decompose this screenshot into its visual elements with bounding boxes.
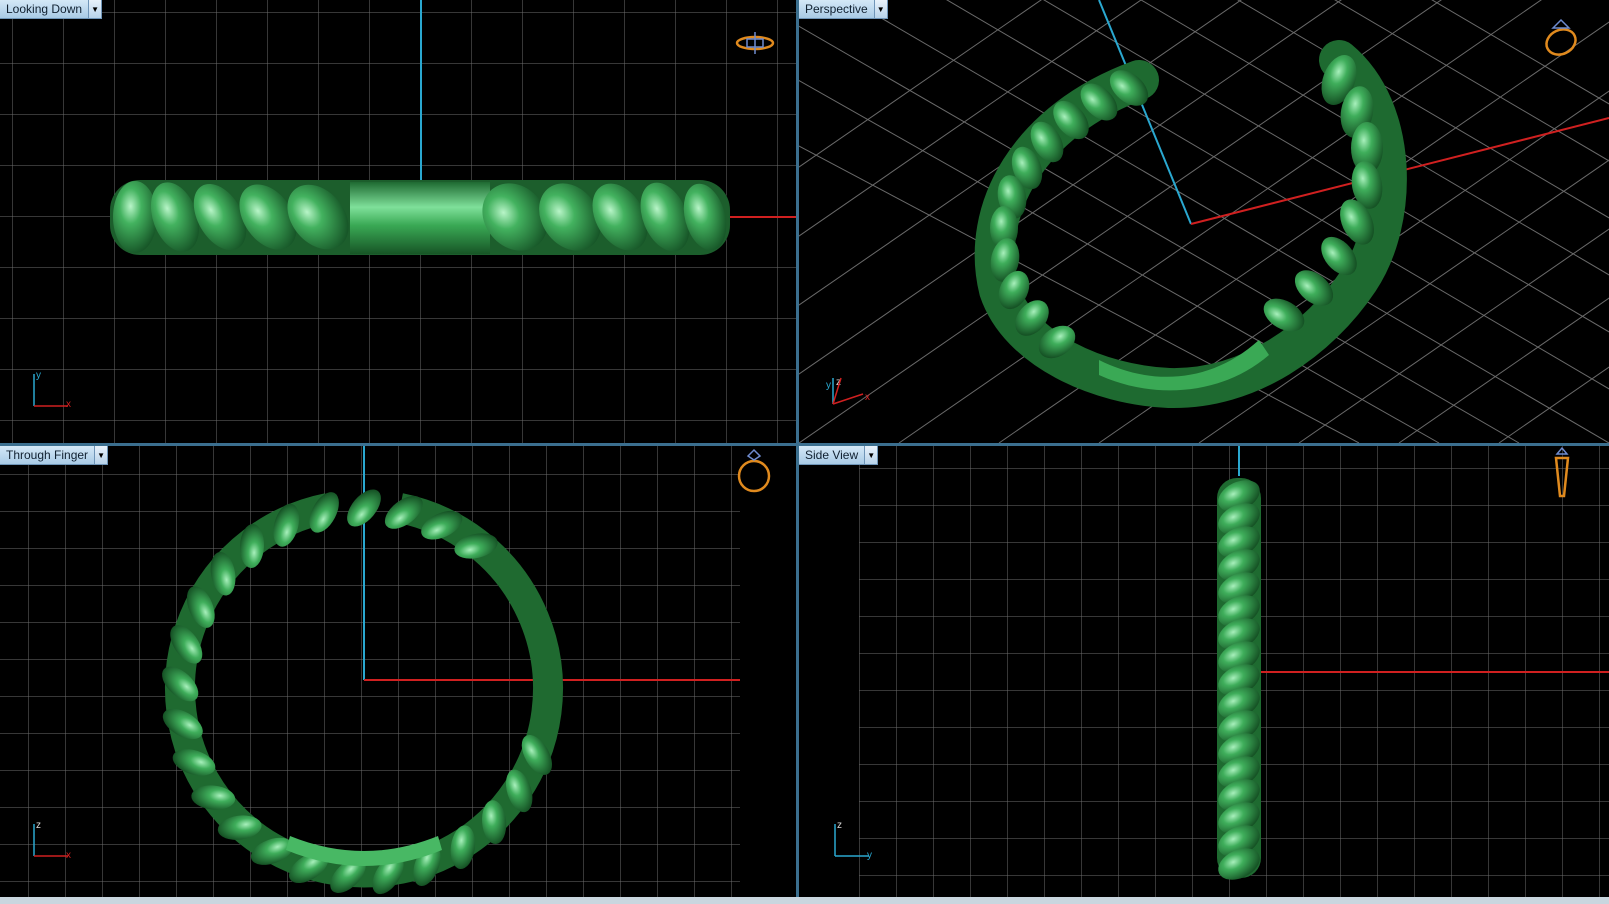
viewport-label-perspective[interactable]: Perspective ▼ bbox=[799, 0, 888, 19]
ring-model-top bbox=[110, 180, 730, 255]
viewport-perspective[interactable]: Perspective ▼ z y x bbox=[799, 0, 1609, 443]
status-strip bbox=[0, 897, 1609, 904]
viewport-label-looking-down[interactable]: Looking Down ▼ bbox=[0, 0, 103, 19]
viewport-side-view[interactable]: Side View ▼ z y bbox=[799, 446, 1609, 897]
axis-indicator bbox=[33, 824, 68, 857]
viewport-title: Perspective bbox=[805, 2, 868, 16]
viewport-label-side-view[interactable]: Side View ▼ bbox=[799, 446, 879, 465]
dropdown-arrow-icon[interactable]: ▼ bbox=[88, 0, 102, 18]
ring-orientation-icon[interactable] bbox=[1539, 16, 1583, 60]
axis-indicator bbox=[33, 374, 68, 407]
dropdown-arrow-icon[interactable]: ▼ bbox=[864, 446, 878, 464]
viewport-title: Side View bbox=[805, 448, 859, 462]
dropdown-arrow-icon[interactable]: ▼ bbox=[94, 446, 108, 464]
viewport-label-through-finger[interactable]: Through Finger ▼ bbox=[0, 446, 109, 465]
viewport-scene bbox=[0, 0, 796, 443]
ring-model-perspective bbox=[974, 40, 1407, 409]
viewport-through-finger[interactable]: Through Finger ▼ z x bbox=[0, 446, 796, 897]
viewport-scene bbox=[0, 446, 740, 897]
viewport-scene bbox=[799, 0, 1609, 443]
dropdown-arrow-icon[interactable]: ▼ bbox=[873, 0, 887, 18]
viewport-scene bbox=[859, 446, 1609, 897]
axis-indicator bbox=[834, 824, 869, 857]
axis-indicator bbox=[832, 377, 864, 405]
viewport-looking-down[interactable]: Looking Down ▼ y x bbox=[0, 0, 796, 443]
ring-orientation-icon[interactable] bbox=[734, 446, 774, 496]
ring-model-side bbox=[1217, 478, 1261, 880]
ring-orientation-icon[interactable] bbox=[734, 30, 776, 56]
viewport-title: Through Finger bbox=[6, 448, 89, 462]
viewport-title: Looking Down bbox=[6, 2, 83, 16]
ring-orientation-icon[interactable] bbox=[1547, 446, 1577, 504]
